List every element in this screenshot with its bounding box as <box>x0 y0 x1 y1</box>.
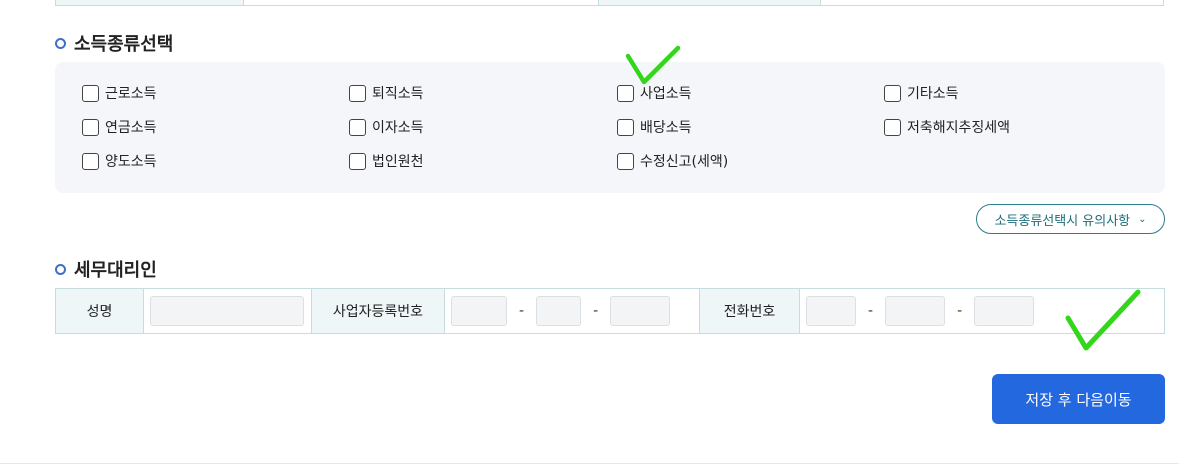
checkbox-label: 수정신고(세액) <box>640 154 729 170</box>
phone-header: 전화번호 <box>700 289 800 333</box>
bizno-part2-input[interactable] <box>536 296 582 326</box>
previous-table-cell <box>244 0 599 5</box>
phone-part2-input[interactable] <box>885 296 946 326</box>
bizno-cell: - - <box>445 289 700 333</box>
bottom-divider <box>0 463 1179 464</box>
bizno-part1-input[interactable] <box>451 296 507 326</box>
checkbox-earned-income[interactable]: 근로소득 <box>82 83 157 103</box>
checkbox-retirement-income[interactable]: 퇴직소득 <box>349 83 424 103</box>
income-type-panel: 근로소득 퇴직소득 사업소득 기타소득 연금소득 이자소득 배당소득 저축해지추… <box>55 62 1165 193</box>
checkbox-label: 퇴직소득 <box>372 86 424 102</box>
checkbox-interest-income[interactable]: 이자소득 <box>349 117 424 137</box>
separator-dash: - <box>957 303 963 319</box>
phone-part3-input[interactable] <box>974 296 1035 326</box>
checkbox-box[interactable] <box>82 152 99 170</box>
check-annotation-icon <box>625 45 681 85</box>
tax-agent-table: 성명 사업자등록번호 - - 전화번호 - - <box>55 288 1165 334</box>
save-and-next-label: 저장 후 다음이동 <box>1025 390 1132 409</box>
checkbox-box[interactable] <box>884 118 901 136</box>
agent-section-title: 세무대리인 <box>74 260 157 281</box>
checkbox-savings-termination-tax[interactable]: 저축해지추징세액 <box>884 117 1010 137</box>
previous-table-cell <box>56 0 244 5</box>
income-section-title: 소득종류선택 <box>74 34 174 55</box>
previous-table-cell <box>599 0 821 5</box>
checkbox-box[interactable] <box>349 152 366 170</box>
name-header-label: 성명 <box>86 304 113 320</box>
save-and-next-button[interactable]: 저장 후 다음이동 <box>992 374 1165 424</box>
checkbox-label: 근로소득 <box>105 86 157 102</box>
checkbox-box[interactable] <box>884 84 901 102</box>
checkbox-box[interactable] <box>82 84 99 102</box>
checkbox-other-income[interactable]: 기타소득 <box>884 83 959 103</box>
checkbox-dividend-income[interactable]: 배당소득 <box>617 117 692 137</box>
agent-section-heading: 세무대리인 <box>55 256 157 282</box>
checkbox-label: 양도소득 <box>105 154 157 170</box>
circle-bullet-icon <box>55 37 66 49</box>
phone-part1-input[interactable] <box>806 296 856 326</box>
checkbox-label: 저축해지추징세액 <box>907 120 1011 136</box>
name-cell <box>144 289 312 333</box>
previous-table-cell <box>821 0 1163 5</box>
separator-dash: - <box>519 303 525 319</box>
agent-name-input[interactable] <box>150 296 304 326</box>
income-notice-button[interactable]: 소득종류선택시 유의사항 ⌄ <box>976 204 1165 234</box>
bizno-part3-input[interactable] <box>610 296 671 326</box>
previous-table-remnant <box>55 0 1164 6</box>
name-header: 성명 <box>56 289 144 333</box>
bizno-header-label: 사업자등록번호 <box>332 304 424 320</box>
income-notice-label: 소득종류선택시 유의사항 <box>994 213 1131 229</box>
checkbox-box[interactable] <box>617 118 634 136</box>
checkbox-box[interactable] <box>82 118 99 136</box>
checkbox-label: 배당소득 <box>640 120 692 136</box>
separator-dash: - <box>868 303 874 319</box>
checkbox-pension-income[interactable]: 연금소득 <box>82 117 157 137</box>
checkbox-label: 법인원천 <box>372 154 424 170</box>
checkbox-corporate-withholding[interactable]: 법인원천 <box>349 151 424 171</box>
phone-header-label: 전화번호 <box>723 304 776 320</box>
checkbox-label: 기타소득 <box>907 86 959 102</box>
bizno-header: 사업자등록번호 <box>312 289 445 333</box>
separator-dash: - <box>593 303 599 319</box>
circle-bullet-icon <box>55 263 66 275</box>
checkbox-label: 이자소득 <box>372 120 424 136</box>
checkbox-box[interactable] <box>349 84 366 102</box>
checkbox-amended-return[interactable]: 수정신고(세액) <box>617 151 728 171</box>
chevron-down-icon: ⌄ <box>1138 213 1147 225</box>
checkbox-box[interactable] <box>349 118 366 136</box>
checkbox-capital-gains[interactable]: 양도소득 <box>82 151 157 171</box>
checkbox-label: 연금소득 <box>105 120 157 136</box>
income-section-heading: 소득종류선택 <box>55 30 173 56</box>
check-annotation-icon <box>1065 289 1141 351</box>
checkbox-box[interactable] <box>617 152 634 170</box>
